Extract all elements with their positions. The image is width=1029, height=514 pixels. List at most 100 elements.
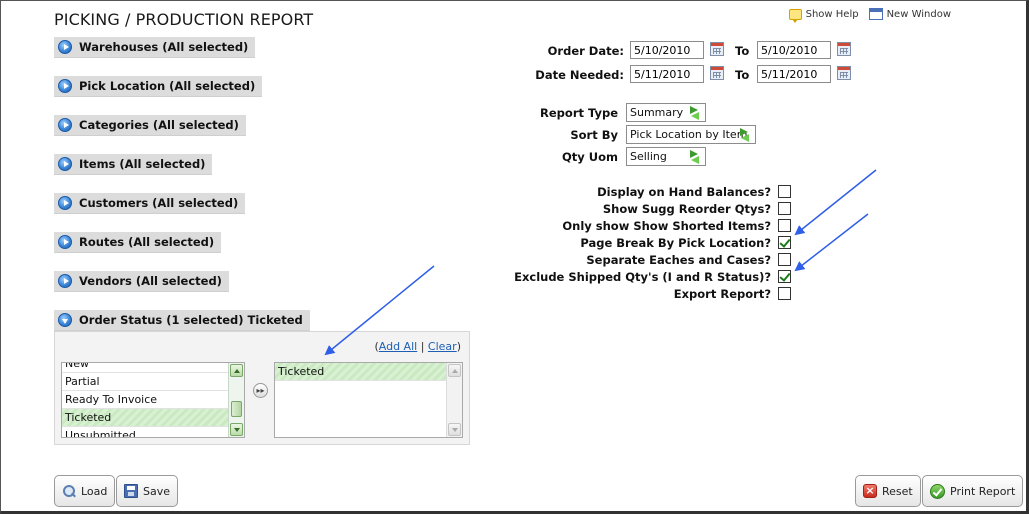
order-status-panel: (Add All | Clear) New Partial Ready To I… — [54, 331, 470, 445]
reset-x-icon: × — [863, 484, 877, 498]
available-status-list[interactable]: New Partial Ready To Invoice Ticketed Un… — [61, 362, 245, 438]
section-label: Routes (All selected) — [79, 235, 215, 249]
expand-arrow-icon — [58, 235, 72, 249]
export-report-checkbox[interactable] — [778, 287, 791, 300]
section-order-status[interactable]: Order Status (1 selected) Ticketed — [54, 310, 310, 331]
print-report-button[interactable]: Print Report — [922, 475, 1024, 507]
add-all-link[interactable]: Add All — [379, 340, 417, 353]
display-on-hand-checkbox[interactable] — [778, 185, 791, 198]
list-item[interactable]: New — [62, 363, 228, 373]
section-routes[interactable]: Routes (All selected) — [54, 232, 222, 253]
top-links: Show Help New Window — [788, 8, 951, 23]
sort-by-value: Pick Location by Item — [630, 128, 748, 141]
expand-arrow-icon — [58, 79, 72, 93]
floppy-disk-icon — [124, 484, 138, 498]
section-label: Vendors (All selected) — [79, 274, 222, 288]
section-label: Order Status (1 selected) Ticketed — [79, 313, 303, 327]
list-item[interactable]: Partial — [62, 373, 228, 391]
qty-uom-select[interactable]: Selling — [626, 147, 706, 166]
section-label: Warehouses (All selected) — [79, 40, 249, 54]
checkbox-label: Separate Eaches and Cases? — [586, 253, 771, 267]
checkbox-label: Show Sugg Reorder Qtys? — [602, 202, 771, 216]
expand-arrow-icon — [58, 274, 72, 288]
order-date-label: Order Date: — [547, 44, 624, 58]
new-window-link[interactable]: New Window — [868, 8, 951, 20]
date-needed-label: Date Needed: — [535, 68, 624, 82]
show-help-label: Show Help — [805, 8, 859, 20]
show-shorted-checkbox[interactable] — [778, 219, 791, 232]
checkmark-icon — [930, 483, 945, 499]
exclude-shipped-checkbox[interactable] — [778, 270, 791, 283]
scroll-up-icon[interactable] — [448, 364, 461, 377]
checkbox-label: Display on Hand Balances? — [597, 185, 771, 199]
separate-eaches-checkbox[interactable] — [778, 253, 791, 266]
list-item[interactable]: Unsubmitted — [62, 427, 228, 437]
list-item[interactable]: Ticketed — [62, 409, 228, 427]
save-button[interactable]: Save — [116, 475, 179, 507]
sort-by-select[interactable]: Pick Location by Item — [626, 125, 756, 144]
swap-arrows-icon — [737, 127, 753, 142]
order-date-from-input[interactable] — [630, 41, 704, 59]
section-label: Items (All selected) — [79, 157, 206, 171]
order-date-to-input[interactable] — [757, 41, 831, 59]
checkbox-label: Exclude Shipped Qty's (I and R Status)? — [514, 270, 771, 284]
show-help-link[interactable]: Show Help — [788, 8, 859, 23]
link-separator: | — [420, 340, 425, 353]
page-break-checkbox[interactable] — [778, 236, 791, 249]
section-pick-location[interactable]: Pick Location (All selected) — [54, 76, 263, 97]
help-bubble-icon — [788, 8, 802, 23]
to-label: To — [735, 68, 750, 82]
order-status-links: (Add All | Clear) — [374, 340, 461, 353]
magnifier-icon — [62, 484, 76, 498]
section-items[interactable]: Items (All selected) — [54, 154, 213, 175]
move-right-button[interactable]: ▸▸ — [253, 383, 268, 398]
section-label: Pick Location (All selected) — [79, 79, 256, 93]
scroll-down-icon[interactable] — [448, 423, 461, 436]
calendar-icon[interactable] — [710, 66, 724, 80]
load-button[interactable]: Load — [54, 475, 116, 507]
calendar-icon[interactable] — [837, 42, 851, 56]
expand-arrow-icon — [58, 40, 72, 54]
section-vendors[interactable]: Vendors (All selected) — [54, 271, 229, 292]
section-categories[interactable]: Categories (All selected) — [54, 115, 246, 136]
save-label: Save — [143, 484, 171, 498]
report-type-value: Summary — [630, 106, 684, 119]
section-label: Customers (All selected) — [79, 196, 239, 210]
reset-label: Reset — [882, 484, 913, 498]
list-item[interactable]: Ready To Invoice — [62, 391, 228, 409]
collapse-arrow-icon — [58, 313, 72, 327]
scroll-thumb[interactable] — [231, 401, 242, 417]
qty-uom-value: Selling — [630, 150, 667, 163]
section-customers[interactable]: Customers (All selected) — [54, 193, 246, 214]
list-scrollbar[interactable] — [228, 363, 244, 437]
calendar-icon[interactable] — [837, 66, 851, 80]
sort-by-label: Sort By — [570, 128, 618, 142]
show-sugg-reorder-checkbox[interactable] — [778, 202, 791, 215]
print-label: Print Report — [950, 484, 1016, 498]
list-item[interactable]: Ticketed — [275, 363, 446, 381]
list-scrollbar[interactable] — [446, 363, 462, 437]
date-needed-to-input[interactable] — [757, 65, 831, 83]
clear-link[interactable]: Clear — [428, 340, 457, 353]
swap-arrows-icon — [687, 149, 703, 164]
report-type-label: Report Type — [540, 106, 618, 120]
checkbox-label: Only show Show Shorted Items? — [562, 219, 771, 233]
report-type-select[interactable]: Summary — [626, 103, 706, 122]
checkbox-label: Export Report? — [673, 287, 771, 301]
scroll-up-icon[interactable] — [230, 364, 243, 377]
scroll-down-icon[interactable] — [230, 423, 243, 436]
section-label: Categories (All selected) — [79, 118, 239, 132]
to-label: To — [735, 44, 750, 58]
qty-uom-label: Qty Uom — [562, 150, 618, 164]
new-window-icon — [868, 8, 883, 20]
page-title: PICKING / PRODUCTION REPORT — [54, 10, 314, 29]
selected-status-list[interactable]: Ticketed — [274, 362, 463, 438]
new-window-label: New Window — [886, 8, 951, 20]
checkbox-label: Page Break By Pick Location? — [580, 236, 771, 250]
expand-arrow-icon — [58, 196, 72, 210]
calendar-icon[interactable] — [710, 42, 724, 56]
section-warehouses[interactable]: Warehouses (All selected) — [54, 37, 256, 58]
expand-arrow-icon — [58, 118, 72, 132]
date-needed-from-input[interactable] — [630, 65, 704, 83]
reset-button[interactable]: × Reset — [855, 475, 921, 507]
